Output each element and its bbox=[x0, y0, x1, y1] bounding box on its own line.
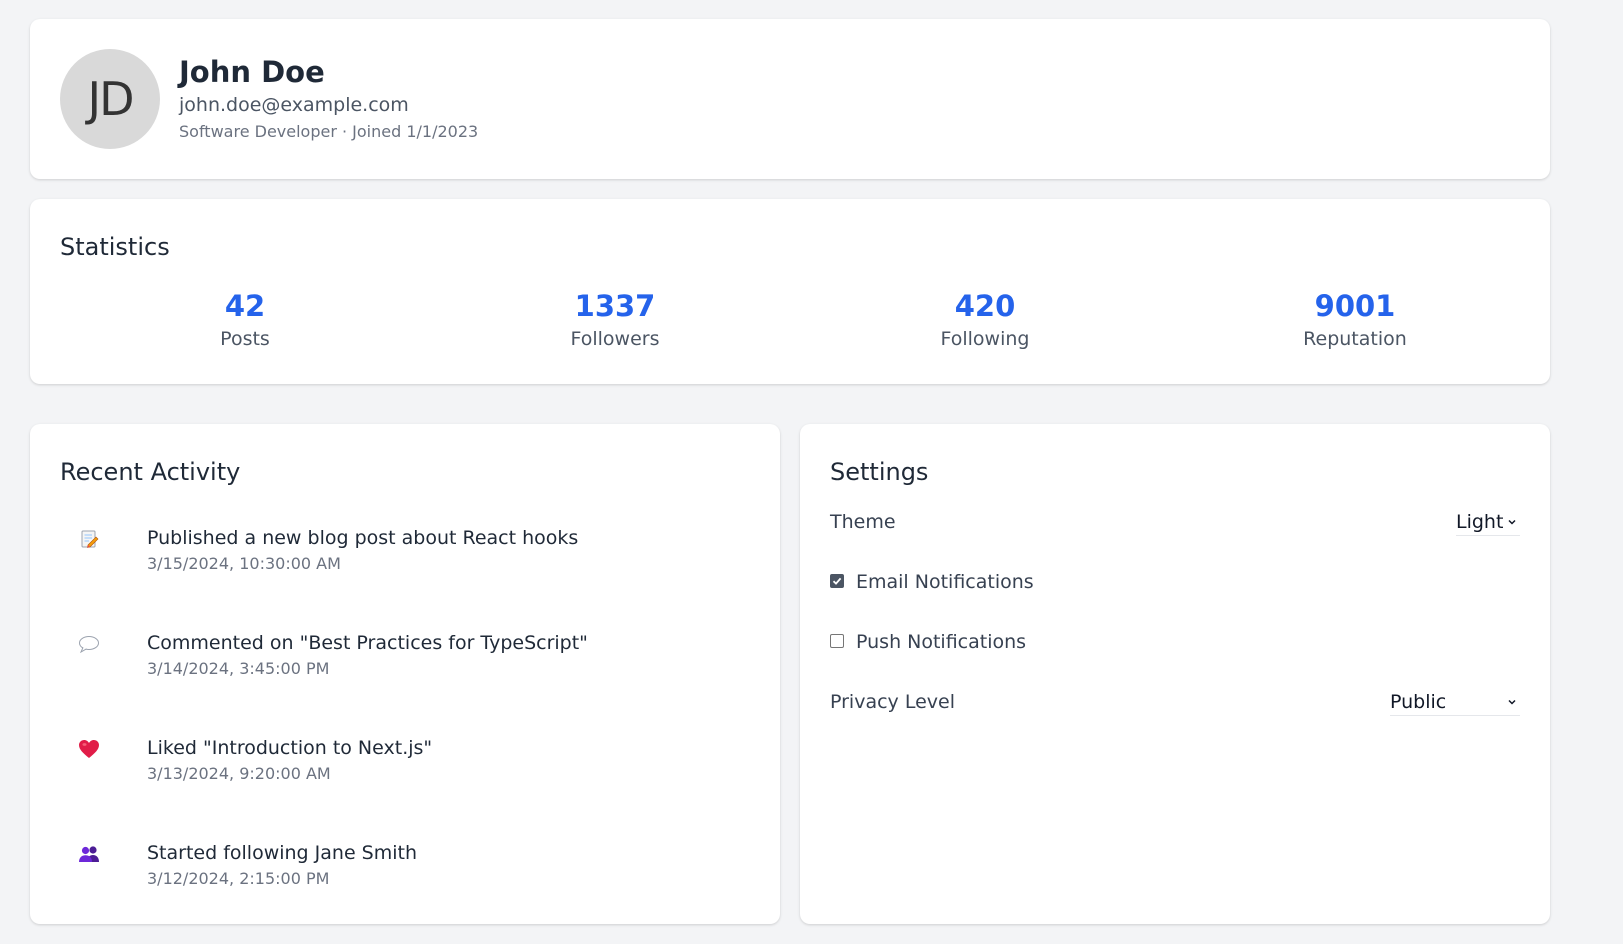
chevron-down-icon bbox=[1508, 699, 1516, 705]
profile-name: John Doe bbox=[179, 55, 325, 89]
activity-list: Published a new blog post about React ho… bbox=[78, 524, 758, 944]
checkmark-icon bbox=[832, 577, 842, 585]
list-item: Started following Jane Smith 3/12/2024, … bbox=[78, 839, 758, 944]
activity-text: Liked "Introduction to Next.js" bbox=[147, 737, 433, 759]
email-notifications-checkbox[interactable] bbox=[830, 574, 844, 588]
activity-time: 3/14/2024, 3:45:00 PM bbox=[147, 659, 330, 678]
privacy-select[interactable]: Public bbox=[1390, 689, 1520, 716]
theme-setting-row: Theme Light bbox=[830, 507, 1520, 537]
theme-select-value: Light bbox=[1456, 511, 1504, 533]
list-item: Commented on "Best Practices for TypeScr… bbox=[78, 629, 758, 734]
statistics-title: Statistics bbox=[60, 233, 170, 261]
stat-label: Posts bbox=[220, 328, 270, 350]
activity-time: 3/13/2024, 9:20:00 AM bbox=[147, 764, 331, 783]
speech-bubble-icon bbox=[78, 633, 100, 655]
statistics-grid: 42 Posts 1337 Followers 420 Following 90… bbox=[60, 287, 1540, 353]
activity-text: Commented on "Best Practices for TypeScr… bbox=[147, 632, 588, 654]
profile-email: john.doe@example.com bbox=[179, 94, 409, 116]
activity-time: 3/15/2024, 10:30:00 AM bbox=[147, 554, 341, 573]
profile-card: JD John Doe john.doe@example.com Softwar… bbox=[30, 19, 1550, 179]
activity-text: Started following Jane Smith bbox=[147, 842, 418, 864]
push-notifications-label: Push Notifications bbox=[856, 631, 1027, 653]
stat-posts: 42 Posts bbox=[60, 287, 430, 353]
list-item: Published a new blog post about React ho… bbox=[78, 524, 758, 629]
list-item: Liked "Introduction to Next.js" 3/13/202… bbox=[78, 734, 758, 839]
stat-label: Reputation bbox=[1303, 328, 1407, 350]
memo-icon bbox=[78, 528, 100, 550]
recent-activity-card: Recent Activity Published a new blog pos… bbox=[30, 424, 780, 924]
privacy-setting-row: Privacy Level Public bbox=[830, 687, 1520, 717]
stat-value: 9001 bbox=[1314, 289, 1396, 323]
avatar-initials: JD bbox=[87, 72, 135, 126]
push-notifications-checkbox[interactable] bbox=[830, 634, 844, 648]
statistics-card: Statistics 42 Posts 1337 Followers 420 F… bbox=[30, 199, 1550, 384]
privacy-select-value: Public bbox=[1390, 691, 1447, 713]
privacy-label: Privacy Level bbox=[830, 691, 955, 713]
email-notifications-label: Email Notifications bbox=[856, 571, 1034, 593]
stat-followers: 1337 Followers bbox=[430, 287, 800, 353]
settings-title: Settings bbox=[830, 458, 929, 486]
stat-following: 420 Following bbox=[800, 287, 1170, 353]
profile-meta: Software Developer · Joined 1/1/2023 bbox=[179, 122, 479, 141]
theme-label: Theme bbox=[830, 511, 896, 533]
recent-activity-title: Recent Activity bbox=[60, 458, 241, 486]
chevron-down-icon bbox=[1508, 519, 1516, 525]
profile-info: John Doe john.doe@example.com Software D… bbox=[179, 53, 478, 144]
heart-icon bbox=[78, 738, 100, 760]
people-icon bbox=[78, 843, 100, 865]
stat-label: Following bbox=[940, 328, 1030, 350]
stat-value: 42 bbox=[224, 289, 266, 323]
settings-card: Settings Theme Light Email Notifications… bbox=[800, 424, 1550, 924]
stat-reputation: 9001 Reputation bbox=[1170, 287, 1540, 353]
stat-label: Followers bbox=[570, 328, 660, 350]
stat-value: 1337 bbox=[574, 289, 656, 323]
theme-select[interactable]: Light bbox=[1456, 509, 1520, 536]
avatar: JD bbox=[60, 49, 160, 149]
activity-text: Published a new blog post about React ho… bbox=[147, 527, 579, 549]
activity-time: 3/12/2024, 2:15:00 PM bbox=[147, 869, 330, 888]
stat-value: 420 bbox=[954, 289, 1016, 323]
